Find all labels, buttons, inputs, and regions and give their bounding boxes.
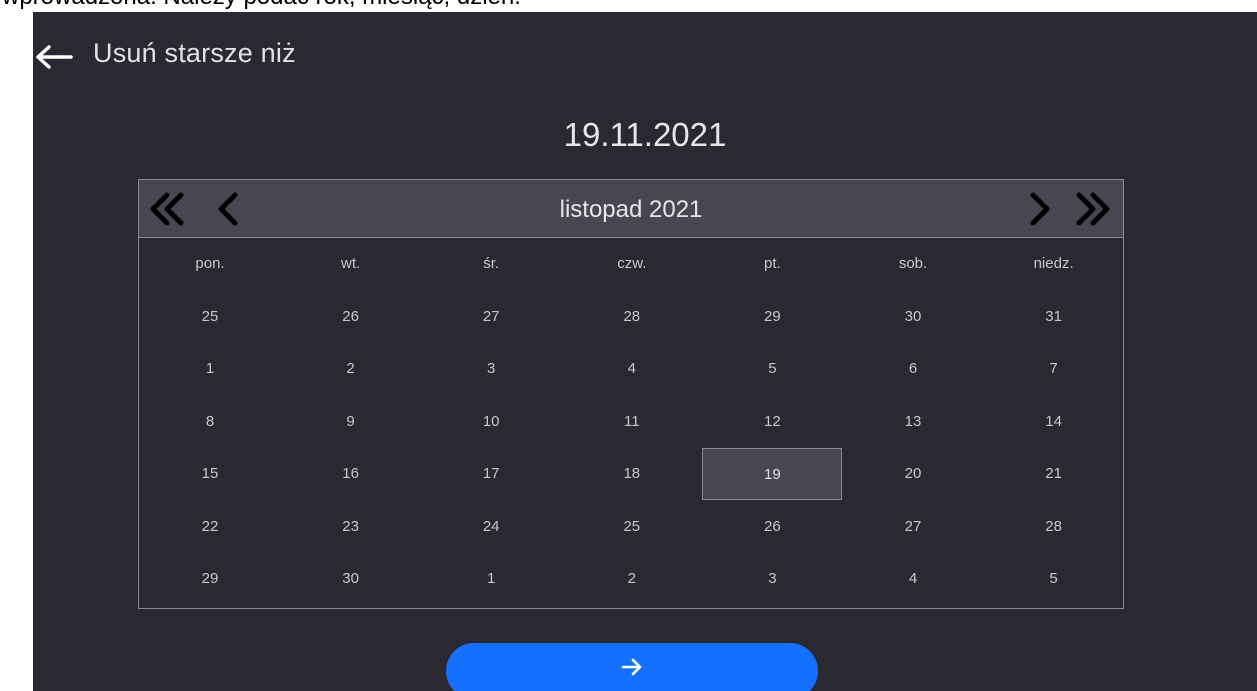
calendar-day[interactable]: 8 <box>140 396 280 448</box>
weekday-label: pon. <box>195 255 225 272</box>
calendar-day[interactable]: 2 <box>562 553 702 605</box>
calendar-day[interactable]: 25 <box>562 501 702 553</box>
calendar-day[interactable]: 5 <box>984 553 1124 605</box>
calendar-day[interactable]: 20 <box>843 448 983 500</box>
calendar-day[interactable]: 3 <box>421 343 561 395</box>
selected-date-display: 19.11.2021 <box>563 116 727 153</box>
weekday-label: czw. <box>617 255 647 272</box>
calendar-day[interactable]: 1 <box>140 343 280 395</box>
calendar-day[interactable]: 22 <box>140 501 280 553</box>
weekday-label: wt. <box>341 255 361 272</box>
weekday-label: pt. <box>764 255 781 272</box>
calendar-day[interactable]: 29 <box>140 553 280 605</box>
calendar-day[interactable]: 7 <box>984 343 1124 395</box>
calendar-day[interactable]: 30 <box>843 291 983 343</box>
calendar-day[interactable]: 13 <box>843 396 983 448</box>
weekday-label: śr. <box>483 255 500 272</box>
calendar-day[interactable]: 29 <box>702 291 842 343</box>
calendar-day[interactable]: 11 <box>562 396 702 448</box>
calendar-day[interactable]: 17 <box>421 448 561 500</box>
calendar-day[interactable]: 1 <box>421 553 561 605</box>
confirm-button[interactable] <box>446 643 818 691</box>
calendar-day[interactable]: 31 <box>984 291 1124 343</box>
month-label: listopad 2021 <box>559 196 703 223</box>
calendar-day[interactable]: 4 <box>843 553 983 605</box>
calendar-day[interactable]: 28 <box>562 291 702 343</box>
weekday-label: niedz. <box>1033 255 1074 272</box>
calendar-header: listopad 2021 <box>139 180 1123 238</box>
calendar-day[interactable]: 2 <box>281 343 421 395</box>
header: Usuń starsze niż <box>33 12 1257 92</box>
calendar-day[interactable]: 12 <box>702 396 842 448</box>
document-text: wprowadzona. Należy podać rok, miesiąc, … <box>2 0 521 11</box>
calendar-day[interactable]: 4 <box>562 343 702 395</box>
calendar-day[interactable]: 26 <box>702 501 842 553</box>
calendar-grid: pon. wt. śr. czw. pt. sob. niedz. 25 26 27 28 29 30 3… <box>139 238 1123 608</box>
document-text-strip: wprowadzona. Należy podać rok, miesiąc, … <box>0 0 1257 12</box>
calendar-day[interactable]: 27 <box>843 501 983 553</box>
arrow-right-icon <box>621 658 642 676</box>
calendar-day[interactable]: 16 <box>281 448 421 500</box>
calendar-day[interactable]: 15 <box>140 448 280 500</box>
calendar-day[interactable]: 28 <box>984 501 1124 553</box>
screen: Usuń starsze niż 19.11.2021 listopad 202… <box>33 12 1257 691</box>
calendar-day[interactable]: 26 <box>281 291 421 343</box>
calendar-day[interactable]: 25 <box>140 291 280 343</box>
calendar-day[interactable]: 21 <box>984 448 1124 500</box>
calendar-day[interactable]: 9 <box>281 396 421 448</box>
calendar-day[interactable]: 18 <box>562 448 702 500</box>
arrow-left-icon[interactable] <box>33 42 73 72</box>
calendar-day[interactable]: 3 <box>702 553 842 605</box>
calendar: listopad 2021 pon. wt. śr. czw. pt. sob. niedz… <box>138 179 1124 609</box>
chevron-right-icon[interactable] <box>1019 190 1059 228</box>
weekday-label: sob. <box>898 255 928 272</box>
calendar-day-selected[interactable]: 19 <box>702 448 843 500</box>
calendar-day[interactable]: 27 <box>421 291 561 343</box>
calendar-day[interactable]: 14 <box>984 396 1124 448</box>
calendar-day[interactable]: 5 <box>702 343 842 395</box>
calendar-day[interactable]: 10 <box>421 396 561 448</box>
calendar-day[interactable]: 23 <box>281 501 421 553</box>
calendar-day[interactable]: 24 <box>421 501 561 553</box>
page-title: Usuń starsze niż <box>93 38 296 68</box>
calendar-day[interactable]: 6 <box>843 343 983 395</box>
double-chevron-right-icon[interactable] <box>1073 190 1113 228</box>
calendar-day[interactable]: 30 <box>281 553 421 605</box>
